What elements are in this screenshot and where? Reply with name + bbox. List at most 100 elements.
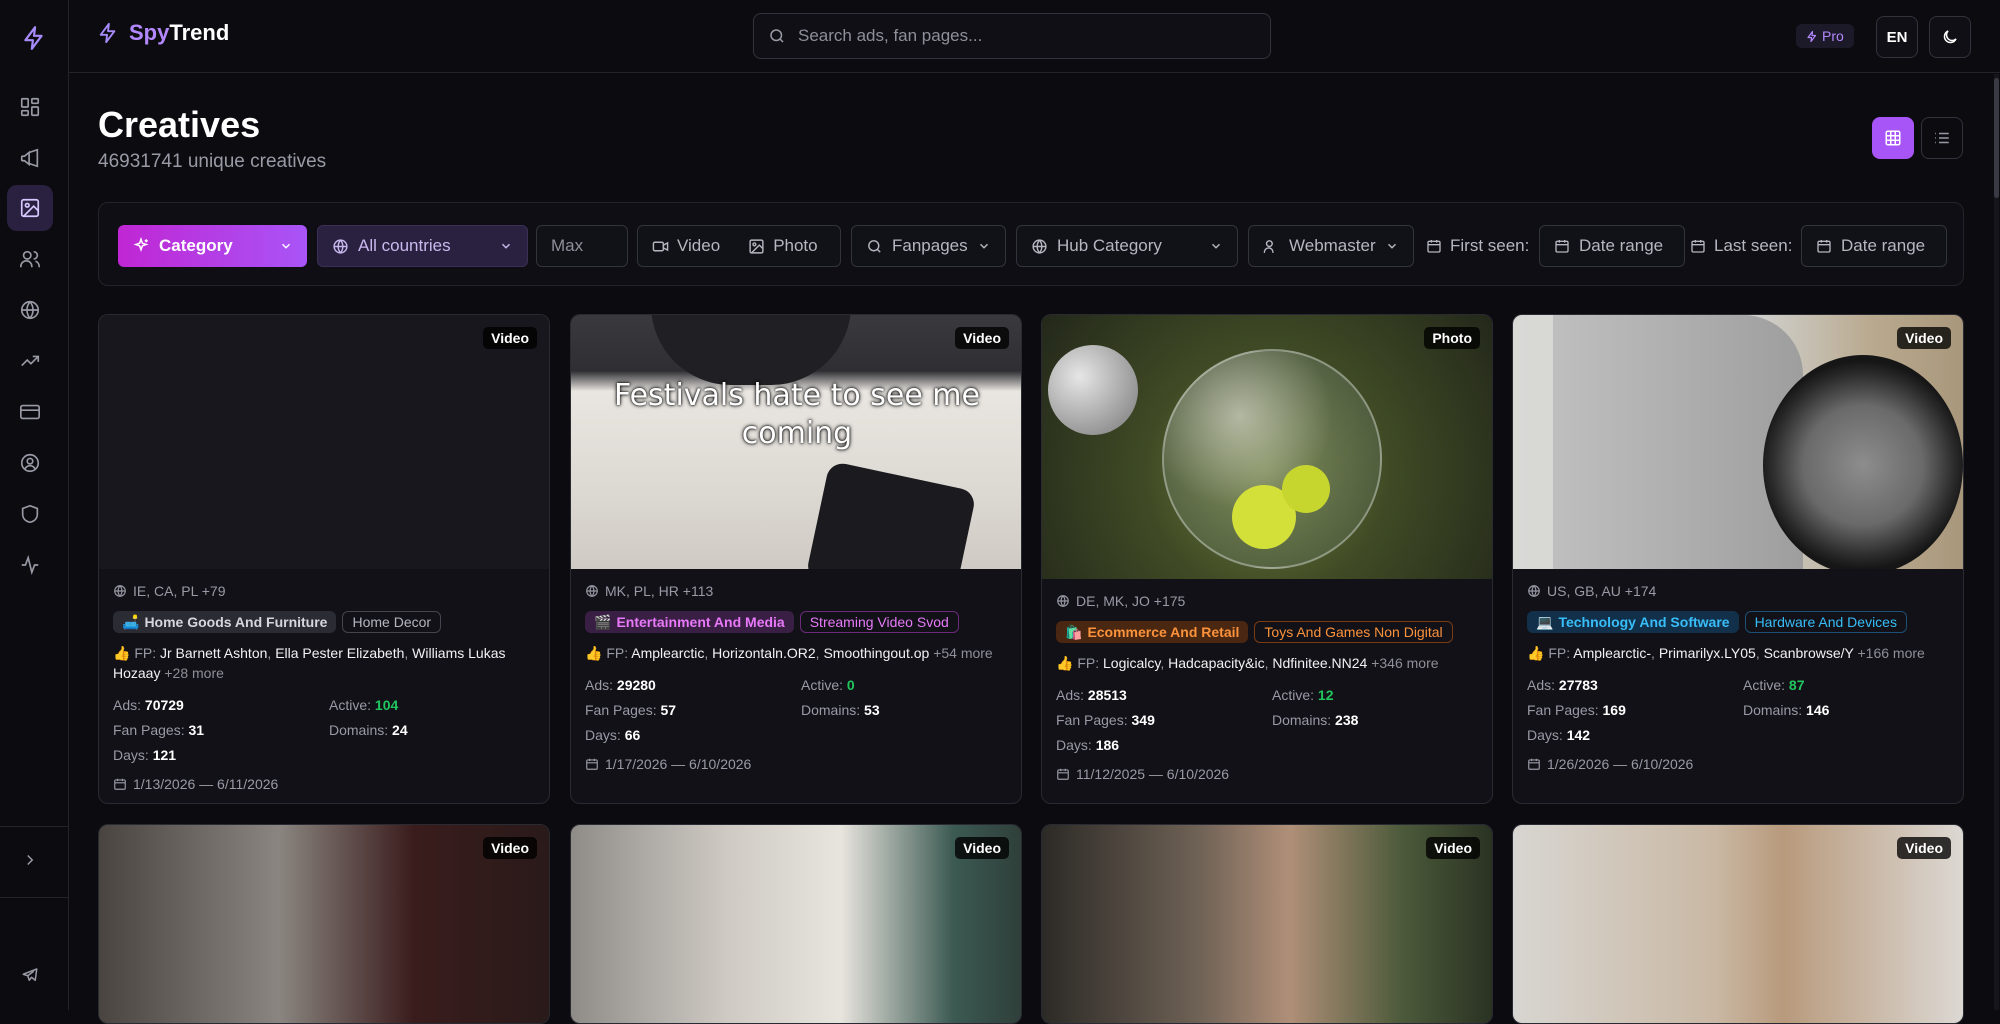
media-type-badge: Video xyxy=(955,837,1009,859)
bolt-logo-icon[interactable] xyxy=(14,18,54,58)
fanpages-dropdown[interactable]: Fanpages xyxy=(851,225,1006,267)
theme-toggle-button[interactable] xyxy=(1929,16,1971,58)
creative-card[interactable]: Video xyxy=(1041,824,1493,1024)
chevron-right-icon[interactable] xyxy=(7,837,53,883)
fanpages-more[interactable]: +166 more xyxy=(1858,645,1925,661)
creative-thumbnail[interactable]: Video xyxy=(1513,825,1963,1023)
creative-card[interactable]: Video IE, CA, PL +79 🛋️ Home Goods And Fu… xyxy=(98,314,550,804)
trending-up-icon[interactable] xyxy=(7,338,53,384)
creative-thumbnail[interactable]: Festivals hate to see me coming Video xyxy=(571,315,1021,569)
fanpage-link[interactable]: Ndfinitee.NN24 xyxy=(1272,655,1367,671)
scrollbar-thumb[interactable] xyxy=(1994,78,1999,198)
grid-icon[interactable] xyxy=(7,84,53,130)
countries-dropdown[interactable]: All countries xyxy=(317,225,528,267)
stat-label: Fan Pages: xyxy=(1056,712,1128,728)
list-view-button[interactable] xyxy=(1921,117,1963,159)
credit-card-icon[interactable] xyxy=(7,389,53,435)
ads-stat: Ads: 28513 xyxy=(1056,687,1272,703)
fp-label: FP: xyxy=(606,645,629,661)
category-tag-label: Technology And Software xyxy=(1558,614,1730,630)
creative-thumbnail[interactable]: Video xyxy=(1042,825,1492,1023)
fanpage-link[interactable]: Amplearctic- xyxy=(1573,645,1651,661)
brand[interactable]: Spy Trend xyxy=(97,20,229,46)
creative-card[interactable]: Video xyxy=(1512,824,1964,1024)
activity-icon[interactable] xyxy=(7,542,53,588)
globe-icon xyxy=(586,585,598,597)
last-seen-date-range[interactable]: Date range xyxy=(1801,225,1947,267)
thumbs-up-icon: 👍 xyxy=(585,645,603,661)
subcategory-tag[interactable]: Hardware And Devices xyxy=(1744,611,1907,633)
category-emoji: 💻 xyxy=(1536,613,1554,630)
fanpage-link[interactable]: Scanbrowse/Y xyxy=(1764,645,1854,661)
fanpages-value: 169 xyxy=(1602,702,1626,718)
stat-label: Domains: xyxy=(1743,702,1803,718)
fanpage-link[interactable]: Amplearctic xyxy=(631,645,704,661)
fp-label: FP: xyxy=(134,645,157,661)
megaphone-icon[interactable] xyxy=(7,135,53,181)
scrollbar[interactable] xyxy=(1994,74,1999,1010)
fanpages-row: 👍 FP: Amplearctic-, Primarilyx.LY05, Sca… xyxy=(1527,645,1925,661)
video-filter-button[interactable]: Video xyxy=(638,226,734,266)
chevron-down-icon xyxy=(501,243,511,249)
sidebar-divider xyxy=(0,897,69,898)
creative-card[interactable]: Festivals hate to see me coming Video MK… xyxy=(570,314,1022,804)
domains-value: 238 xyxy=(1335,712,1359,728)
photo-filter-button[interactable]: Photo xyxy=(734,226,831,266)
search-input[interactable] xyxy=(798,26,1238,46)
days-value: 121 xyxy=(152,747,177,763)
calendar-icon xyxy=(1427,240,1441,253)
subcategory-tag[interactable]: Toys And Games Non Digital xyxy=(1254,621,1453,643)
fanpage-link[interactable]: Hadcapacity&ic xyxy=(1168,655,1265,671)
creative-card[interactable]: Video US, GB, AU +174 💻 Technology And So… xyxy=(1512,314,1964,804)
max-input[interactable]: Max xyxy=(536,225,628,267)
telegram-icon[interactable] xyxy=(7,952,53,998)
category-tag[interactable]: 🛋️ Home Goods And Furniture xyxy=(113,611,337,633)
calendar-icon xyxy=(1057,768,1069,780)
subcategory-tag[interactable]: Streaming Video Svod xyxy=(799,611,959,633)
user-circle-icon[interactable] xyxy=(7,440,53,486)
fp-label: FP: xyxy=(1548,645,1571,661)
category-emoji: 🛋️ xyxy=(122,613,140,630)
category-dropdown[interactable]: Category xyxy=(118,225,307,267)
first-seen-date-range[interactable]: Date range xyxy=(1539,225,1685,267)
creative-thumbnail[interactable]: Photo xyxy=(1042,315,1492,579)
fanpage-link[interactable]: Logicalcy xyxy=(1103,655,1160,671)
creative-thumbnail[interactable]: Video xyxy=(99,825,549,1023)
users-icon[interactable] xyxy=(7,236,53,282)
image-icon[interactable] xyxy=(7,185,53,231)
fanpages-more[interactable]: +28 more xyxy=(164,665,224,681)
category-tag[interactable]: 🛍️ Ecommerce And Retail xyxy=(1056,621,1249,643)
hub-category-dropdown[interactable]: Hub Category xyxy=(1016,225,1238,267)
stat-label: Fan Pages: xyxy=(1527,702,1599,718)
category-tag[interactable]: 🎬 Entertainment And Media xyxy=(585,611,794,633)
fanpage-link[interactable]: Smoothingout.op xyxy=(823,645,929,661)
phone-shape xyxy=(805,460,977,569)
fanpage-link[interactable]: Jr Barnett Ashton xyxy=(160,645,267,661)
list-view-icon xyxy=(1935,132,1949,144)
creative-thumbnail[interactable]: Video xyxy=(571,825,1021,1023)
stat-label: Days: xyxy=(1056,737,1092,753)
category-tag[interactable]: 💻 Technology And Software xyxy=(1527,611,1739,633)
language-button[interactable]: EN xyxy=(1876,16,1918,58)
tags: 🛋️ Home Goods And Furniture Home Decor xyxy=(113,611,535,633)
fanpages-more[interactable]: +54 more xyxy=(933,645,993,661)
creative-card[interactable]: Photo DE, MK, JO +175 🛍️ Ecommerce And Re… xyxy=(1041,314,1493,804)
fanpage-link[interactable]: Primarilyx.LY05 xyxy=(1659,645,1756,661)
creative-thumbnail[interactable]: Video xyxy=(1513,315,1963,569)
creative-card[interactable]: Video xyxy=(98,824,550,1024)
globe-icon[interactable] xyxy=(7,287,53,333)
fanpages-more[interactable]: +346 more xyxy=(1371,655,1438,671)
fanpages-row: 👍 FP: Logicalcy, Hadcapacity&ic, Ndfinit… xyxy=(1056,655,1439,671)
webmaster-dropdown[interactable]: Webmaster xyxy=(1248,225,1414,267)
pro-badge[interactable]: Pro xyxy=(1796,24,1854,48)
shield-icon[interactable] xyxy=(7,491,53,537)
thumbs-up-icon: 👍 xyxy=(1527,645,1545,661)
subcategory-tag[interactable]: Home Decor xyxy=(342,611,442,633)
fanpage-link[interactable]: Horizontaln.OR2 xyxy=(712,645,816,661)
creative-card[interactable]: Video xyxy=(570,824,1022,1024)
active-stat: Active: 87 xyxy=(1743,677,1943,693)
grid-view-button[interactable] xyxy=(1872,117,1914,159)
fanpage-link[interactable]: Ella Pester Elizabeth xyxy=(275,645,404,661)
creative-thumbnail[interactable]: Video xyxy=(99,315,549,569)
card-info: DE, MK, JO +175 🛍️ Ecommerce And Retail T… xyxy=(1042,593,1492,782)
